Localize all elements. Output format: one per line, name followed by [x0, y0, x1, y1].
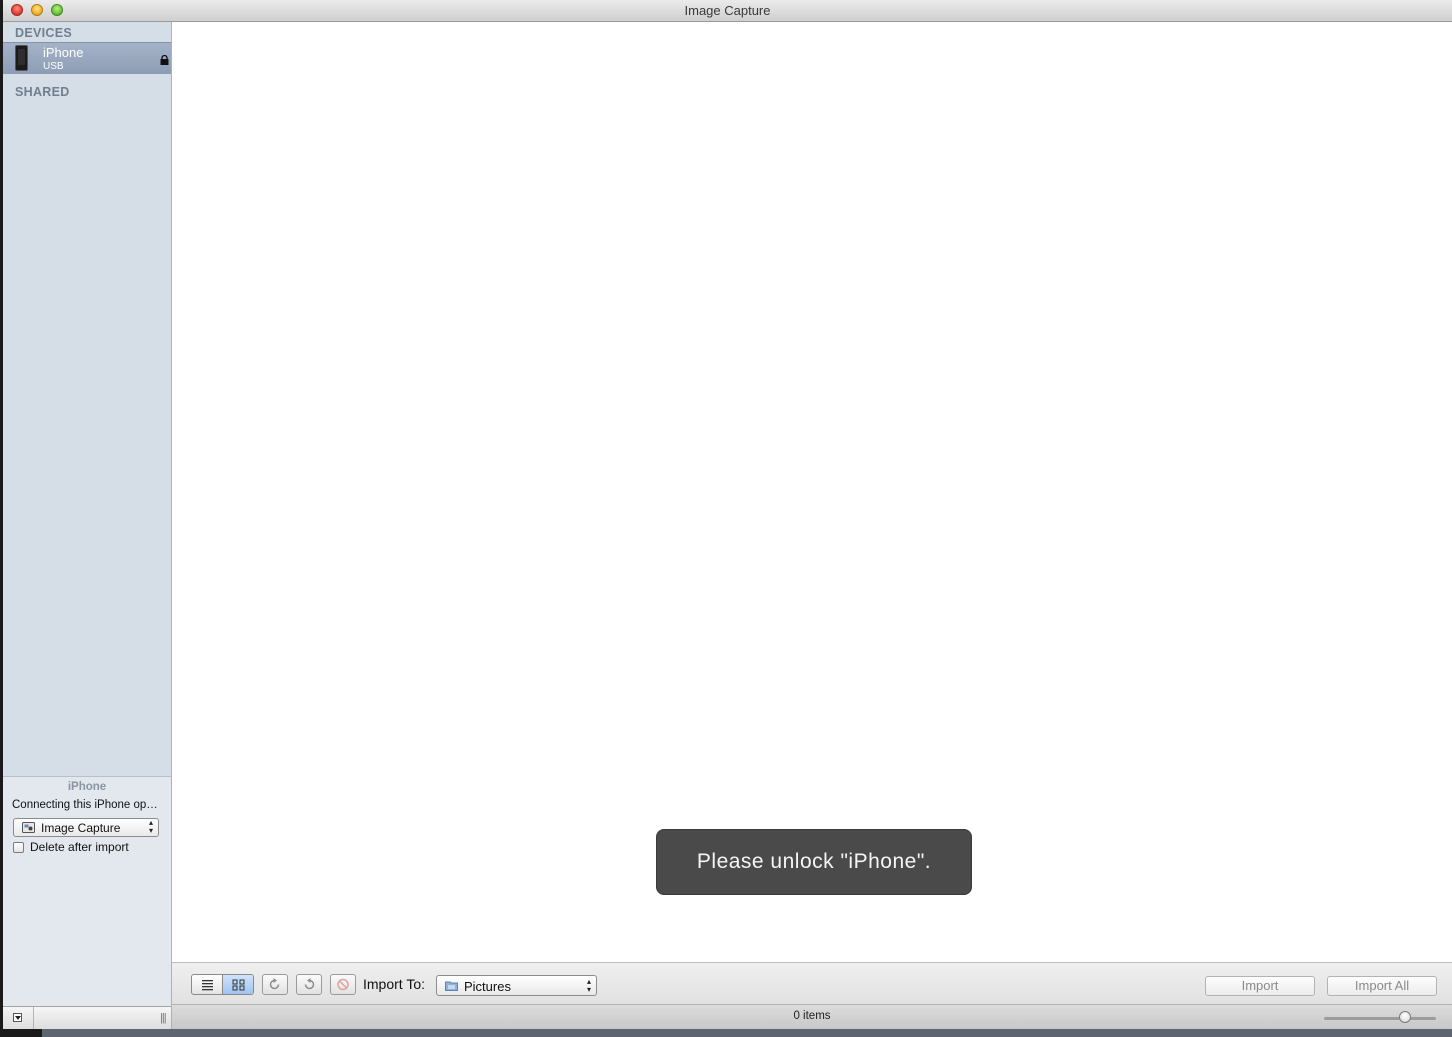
- bottom-toolbar: Import To: Pictures ▴ ▾ Import Import All: [172, 962, 1452, 1005]
- delete-button[interactable]: [330, 974, 356, 995]
- icon-view-button[interactable]: [223, 975, 253, 994]
- delete-after-import-checkbox[interactable]: [13, 842, 24, 853]
- window-title: Image Capture: [684, 3, 771, 18]
- browser-content-area: Please unlock "iPhone".: [172, 22, 1452, 962]
- rotate-left-button[interactable]: [262, 974, 288, 995]
- import-destination-label: Pictures: [464, 979, 511, 994]
- popup-arrows-icon: ▴ ▾: [586, 977, 591, 994]
- import-destination-popup[interactable]: Pictures ▴ ▾: [436, 975, 597, 996]
- thumbnail-size-slider[interactable]: [1324, 1017, 1436, 1020]
- rotate-right-icon: [304, 978, 315, 990]
- disclosure-icon: [13, 1013, 22, 1022]
- import-all-button[interactable]: Import All: [1327, 976, 1437, 996]
- icon-view-icon: [232, 979, 245, 991]
- rotate-left-icon: [269, 978, 280, 990]
- desktop-background: [42, 1029, 1452, 1037]
- popup-arrows-icon: ▴ ▾: [148, 818, 153, 835]
- delete-after-import-label: Delete after import: [30, 840, 129, 854]
- sidebar-footer: |||: [3, 1006, 171, 1029]
- image-capture-window: Image Capture DEVICES iPhone USB SHARED …: [3, 0, 1452, 1029]
- lock-icon: [160, 55, 169, 65]
- device-connection: USB: [43, 61, 64, 72]
- folder-icon: [445, 981, 458, 991]
- title-bar: Image Capture: [3, 0, 1452, 22]
- import-button[interactable]: Import: [1205, 976, 1315, 996]
- list-view-icon: [202, 980, 213, 991]
- thumbnail-size-knob[interactable]: [1398, 1011, 1411, 1023]
- unlock-message: Please unlock "iPhone".: [656, 829, 972, 895]
- sidebar-item-iphone[interactable]: iPhone USB: [3, 42, 171, 74]
- shared-section-header: SHARED: [15, 85, 70, 99]
- connect-app-popup[interactable]: Image Capture ▴ ▾: [13, 818, 159, 837]
- sidebar: DEVICES iPhone USB SHARED iPhone Connect…: [3, 22, 172, 1029]
- item-count: 0 items: [793, 1010, 831, 1022]
- device-settings-panel: iPhone Connecting this iPhone opens: Ima…: [3, 776, 171, 1007]
- image-capture-app-icon: [22, 822, 35, 833]
- sidebar-resize-grip[interactable]: |||: [160, 1012, 167, 1024]
- delete-icon: [337, 978, 349, 991]
- iphone-icon: [15, 45, 28, 71]
- devices-section-header: DEVICES: [15, 26, 72, 40]
- connect-app-label: Image Capture: [41, 821, 121, 835]
- status-bar: 0 items: [172, 1004, 1452, 1029]
- import-to-label: Import To:: [363, 976, 425, 992]
- toggle-device-panel-button[interactable]: [3, 1007, 34, 1029]
- list-view-button[interactable]: [192, 975, 223, 994]
- view-mode-control: [191, 974, 254, 995]
- device-name: iPhone: [43, 45, 84, 60]
- device-panel-title: iPhone: [67, 781, 107, 793]
- connection-description: Connecting this iPhone opens:: [12, 799, 162, 811]
- rotate-right-button[interactable]: [296, 974, 322, 995]
